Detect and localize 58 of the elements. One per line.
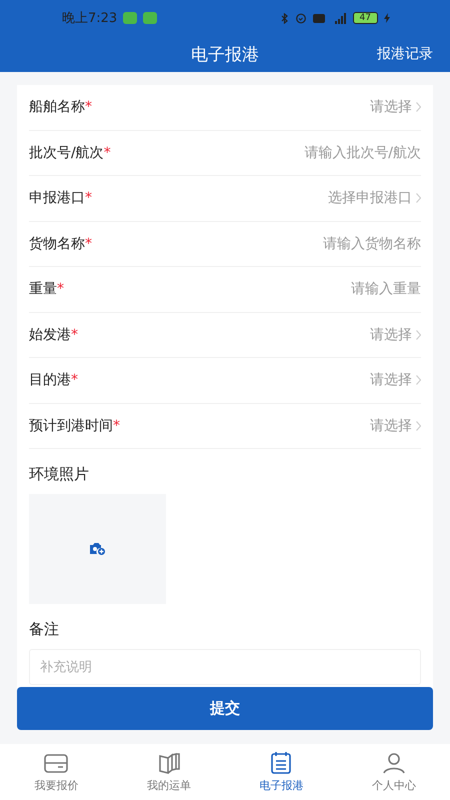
field-placeholder: 选择申报港口	[328, 189, 412, 208]
required-mark: *	[113, 418, 120, 434]
field-placeholder: 请输入重量	[351, 280, 421, 298]
form-row[interactable]: 船舶名称* 请选择	[29, 85, 421, 130]
field-label: 船舶名称*	[29, 98, 93, 116]
required-mark: *	[71, 326, 78, 343]
tab[interactable]: 我的运单	[112, 744, 225, 800]
tab[interactable]: 个人中心	[338, 744, 450, 800]
required-mark: *	[57, 281, 64, 298]
required-mark: *	[85, 190, 92, 206]
records-link[interactable]: 报港记录	[377, 45, 433, 63]
form-row[interactable]: 始发港* 请选择	[29, 312, 421, 358]
photo-upload[interactable]	[29, 494, 166, 604]
field-placeholder: 请输入批次号/航次	[304, 144, 421, 162]
form-row[interactable]: 预计到港时间* 请选择	[29, 404, 421, 449]
form-row[interactable]: 货物名称* 请输入货物名称	[29, 222, 421, 267]
person-icon	[380, 751, 407, 775]
camera-add-icon	[89, 542, 106, 556]
charging-icon	[384, 13, 390, 23]
field-label: 货物名称*	[29, 234, 93, 253]
form-row[interactable]: 批次号/航次* 请输入批次号/航次	[29, 130, 421, 176]
battery-indicator: 47	[352, 12, 378, 24]
tray-icon	[43, 751, 70, 775]
field-placeholder: 请选择	[370, 326, 412, 344]
field-label: 重量*	[29, 280, 65, 298]
bluetooth-icon	[280, 12, 289, 24]
required-mark: *	[85, 236, 92, 252]
form-row[interactable]: 目的港* 请选择	[29, 358, 421, 404]
submit-button[interactable]: 提交	[17, 687, 433, 730]
remark-field[interactable]: 补充说明	[29, 649, 421, 685]
chevron-icon	[416, 193, 421, 204]
chevron-icon	[416, 420, 421, 431]
field-label: 始发港*	[29, 326, 79, 344]
required-mark: *	[71, 372, 78, 388]
field-placeholder: 请输入货物名称	[323, 234, 421, 253]
page-title: 电子报港	[191, 44, 259, 66]
alarm-icon	[294, 12, 307, 24]
field-label: 目的港*	[29, 371, 79, 390]
section-label: 备注	[29, 619, 60, 640]
section-label: 环境照片	[29, 464, 90, 485]
chevron-icon	[416, 330, 421, 340]
app-notification-icon	[143, 12, 158, 24]
status-time: 晚上7:23	[62, 10, 118, 27]
field-label: 预计到港时间*	[29, 416, 121, 435]
field-placeholder: 请选择	[370, 98, 412, 116]
chevron-icon	[416, 375, 421, 386]
field-placeholder: 请选择	[370, 371, 412, 390]
field-placeholder: 请选择	[370, 416, 412, 435]
field-label: 批次号/航次*	[29, 144, 112, 162]
required-mark: *	[85, 99, 92, 116]
field-label: 申报港口*	[29, 189, 93, 208]
tab[interactable]: 电子报港	[225, 744, 338, 800]
tab[interactable]: 我要报价	[0, 744, 112, 800]
app-notification-icon	[123, 12, 138, 24]
chevron-icon	[416, 102, 421, 112]
form-row[interactable]: 申报港口* 选择申报港口	[29, 176, 421, 222]
required-mark: *	[104, 144, 111, 161]
form-row[interactable]: 重量* 请输入重量	[29, 267, 421, 312]
